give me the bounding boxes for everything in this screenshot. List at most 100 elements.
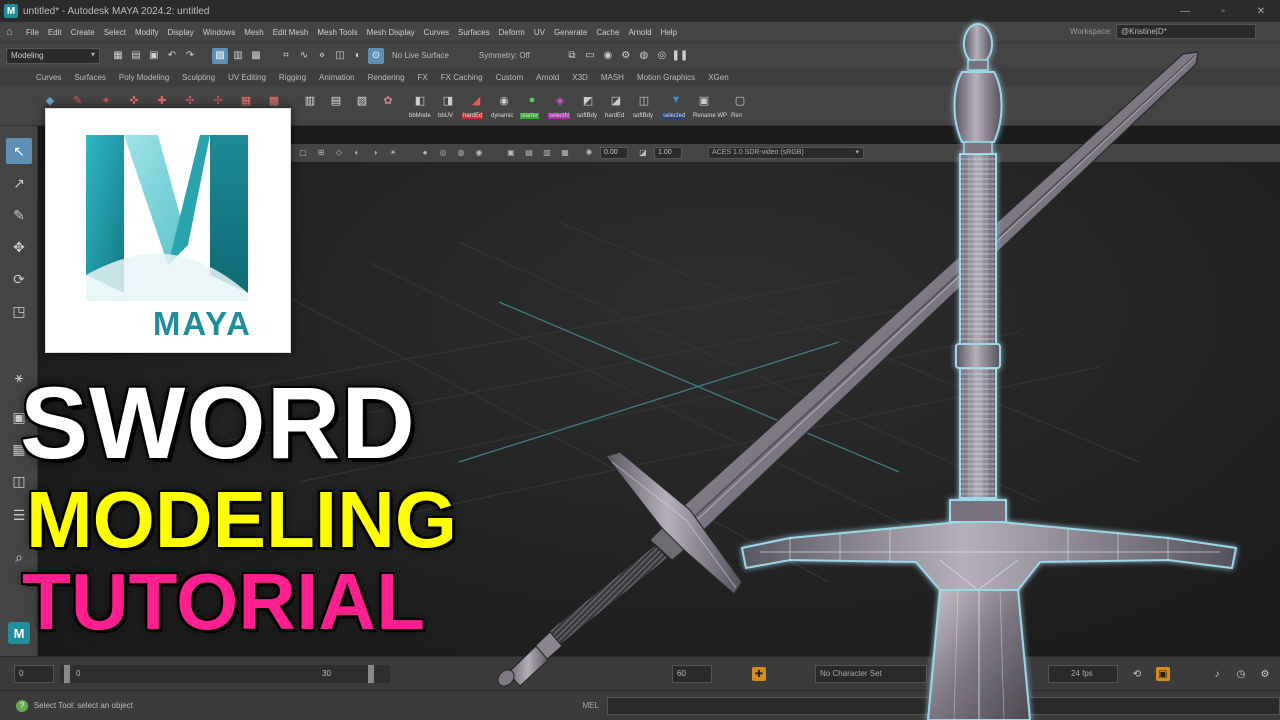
isolate-icon[interactable]: ◍ <box>456 148 466 158</box>
snap-surface-icon[interactable]: ◐ <box>350 48 366 64</box>
loop-icon[interactable]: ⟲ <box>1130 667 1144 681</box>
ipr-render-icon[interactable]: ◉ <box>600 48 616 64</box>
safe-action-icon[interactable]: ▦ <box>560 148 570 158</box>
gamma-icon[interactable]: ◪ <box>638 148 648 158</box>
shelf-selectn-icon[interactable]: ◈ <box>550 90 570 110</box>
fps-dropdown[interactable]: 24 fps <box>1048 665 1118 683</box>
menu-mesh-tools[interactable]: Mesh Tools <box>317 28 357 37</box>
resolution-gate-icon[interactable]: ▣ <box>506 148 516 158</box>
menu-edit[interactable]: Edit <box>48 28 62 37</box>
exposure-icon[interactable]: ✺ <box>584 148 594 158</box>
camera-icon[interactable]: ▢ <box>298 148 308 158</box>
shelf-tab-rigging[interactable]: Rigging <box>279 73 306 82</box>
shadows-icon[interactable]: ● <box>420 148 430 158</box>
menu-set-dropdown[interactable]: Modeling <box>6 47 100 64</box>
shelf-bevel-icon[interactable]: ✎ <box>68 90 88 110</box>
select-tool-icon[interactable]: ↖ <box>6 138 32 164</box>
shelf-bbuv-icon[interactable]: ◨ <box>438 90 458 110</box>
menu-create[interactable]: Create <box>71 28 95 37</box>
shelf-extrude-icon[interactable]: ✦ <box>96 90 116 110</box>
shelf-grid-c-icon[interactable]: ▧ <box>352 90 372 110</box>
playback-options-icon[interactable]: ▣ <box>1156 667 1170 681</box>
shelf-mirror-icon[interactable]: ▦ <box>236 90 256 110</box>
shaded-icon[interactable]: ◐ <box>352 148 362 158</box>
render-frame-icon[interactable]: ▭ <box>582 48 598 64</box>
shelf-bbmode-icon[interactable]: ◧ <box>410 90 430 110</box>
menu-generate[interactable]: Generate <box>554 28 587 37</box>
shelf-softbody2-icon[interactable]: ◫ <box>634 90 654 110</box>
shelf-tab-custom[interactable]: Custom <box>496 73 524 82</box>
exposure-field[interactable]: 0.00 <box>600 147 628 159</box>
maximize-button[interactable]: ▫ <box>1204 0 1242 22</box>
minimize-button[interactable]: — <box>1166 0 1204 22</box>
shelf-tab-fx-caching[interactable]: FX Caching <box>441 73 483 82</box>
snap-view-icon[interactable]: ◫ <box>332 48 348 64</box>
start-frame-field[interactable]: 0 <box>14 665 54 683</box>
shelf-hardedge2-icon[interactable]: ◪ <box>606 90 626 110</box>
shelf-target-weld-icon[interactable]: ✣ <box>180 90 200 110</box>
mel-label[interactable]: MEL <box>582 701 598 710</box>
field-chart-icon[interactable]: ▥ <box>542 148 552 158</box>
hypershade-icon[interactable]: ◍ <box>636 48 652 64</box>
close-button[interactable]: ✕ <box>1242 0 1280 22</box>
make-live-icon[interactable]: ⊙ <box>368 47 384 64</box>
menu-cache[interactable]: Cache <box>596 28 619 37</box>
textured-icon[interactable]: ◑ <box>370 148 380 158</box>
redo-icon[interactable]: ↷ <box>182 48 198 64</box>
shelf-render-icon[interactable]: ▢ <box>730 90 750 110</box>
snap-point-icon[interactable]: ⋄ <box>314 48 330 64</box>
shelf-sculpt-icon[interactable]: ✿ <box>378 90 398 110</box>
time-slider[interactable]: 0 30 <box>60 665 390 683</box>
lasso-tool-icon[interactable]: ↗ <box>6 170 32 196</box>
current-time-marker[interactable] <box>368 665 374 683</box>
gate-mask-icon[interactable]: ▤ <box>524 148 534 158</box>
menu-uv[interactable]: UV <box>534 28 545 37</box>
shelf-tab-x3d[interactable]: X3D <box>572 73 588 82</box>
pause-icon[interactable]: ❚❚ <box>672 48 689 64</box>
shelf-multicut-icon[interactable]: ✚ <box>152 90 172 110</box>
gamma-field[interactable]: 1.00 <box>654 147 682 159</box>
scale-tool-icon[interactable]: ◳ <box>6 298 32 324</box>
ao-icon[interactable]: ◎ <box>438 148 448 158</box>
symmetry-dropdown[interactable]: Symmetry: Off <box>479 51 530 60</box>
range-start-handle[interactable] <box>64 665 70 683</box>
menu-select[interactable]: Select <box>104 28 126 37</box>
lighting-icon[interactable]: ☀ <box>388 148 398 158</box>
workspace-dropdown[interactable]: @Kristine|D* <box>1116 24 1256 39</box>
shelf-tab-uv-editing[interactable]: UV Editing <box>228 73 266 82</box>
arnold-render-icon[interactable]: ◎ <box>654 48 670 64</box>
anim-prefs-icon[interactable]: ⚙ <box>1258 667 1272 681</box>
menu-mesh[interactable]: Mesh <box>244 28 264 37</box>
menu-help[interactable]: Help <box>661 28 677 37</box>
move-tool-icon[interactable]: ✥ <box>6 234 32 260</box>
save-scene-icon[interactable]: ▣ <box>146 48 162 64</box>
end-frame-field[interactable]: 60 <box>672 665 712 683</box>
shelf-rename-icon[interactable]: ▣ <box>694 90 714 110</box>
menu-surfaces[interactable]: Surfaces <box>458 28 490 37</box>
shelf-tab-animation[interactable]: Animation <box>319 73 355 82</box>
shelf-grid-b-icon[interactable]: ▤ <box>326 90 346 110</box>
menu-windows[interactable]: Windows <box>203 28 235 37</box>
xray-icon[interactable]: ◉ <box>474 148 484 158</box>
menu-arnold[interactable]: Arnold <box>628 28 651 37</box>
shelf-selected-icon[interactable]: ▼ <box>666 90 686 110</box>
menu-deform[interactable]: Deform <box>499 28 525 37</box>
auto-key-icon[interactable]: ✚ <box>752 667 766 681</box>
color-space-dropdown[interactable]: ACES 1.0 SDR-video (sRGB) <box>708 147 864 159</box>
shelf-merge-icon[interactable]: ✢ <box>208 90 228 110</box>
shelf-cube-icon[interactable]: ◆ <box>40 90 60 110</box>
shelf-tab-rendering[interactable]: Rendering <box>368 73 405 82</box>
history-icon[interactable]: ⧉ <box>564 48 580 64</box>
shelf-tab-arnold[interactable]: Arnold <box>536 73 559 82</box>
shelf-tab-sculpting[interactable]: Sculpting <box>182 73 215 82</box>
shelf-tab-poly-modeling[interactable]: Poly Modeling <box>119 73 169 82</box>
menu-mesh-display[interactable]: Mesh Display <box>367 28 415 37</box>
open-scene-icon[interactable]: ▤ <box>128 48 144 64</box>
shelf-grid-a-icon[interactable]: ▥ <box>300 90 320 110</box>
shelf-tab-fx[interactable]: FX <box>418 73 428 82</box>
menu-display[interactable]: Display <box>168 28 194 37</box>
paint-select-icon[interactable]: ✎ <box>6 202 32 228</box>
home-icon[interactable]: ⌂ <box>6 26 22 38</box>
shelf-tab-curves[interactable]: Curves <box>36 73 61 82</box>
grid-toggle-icon[interactable]: ⊞ <box>316 148 326 158</box>
